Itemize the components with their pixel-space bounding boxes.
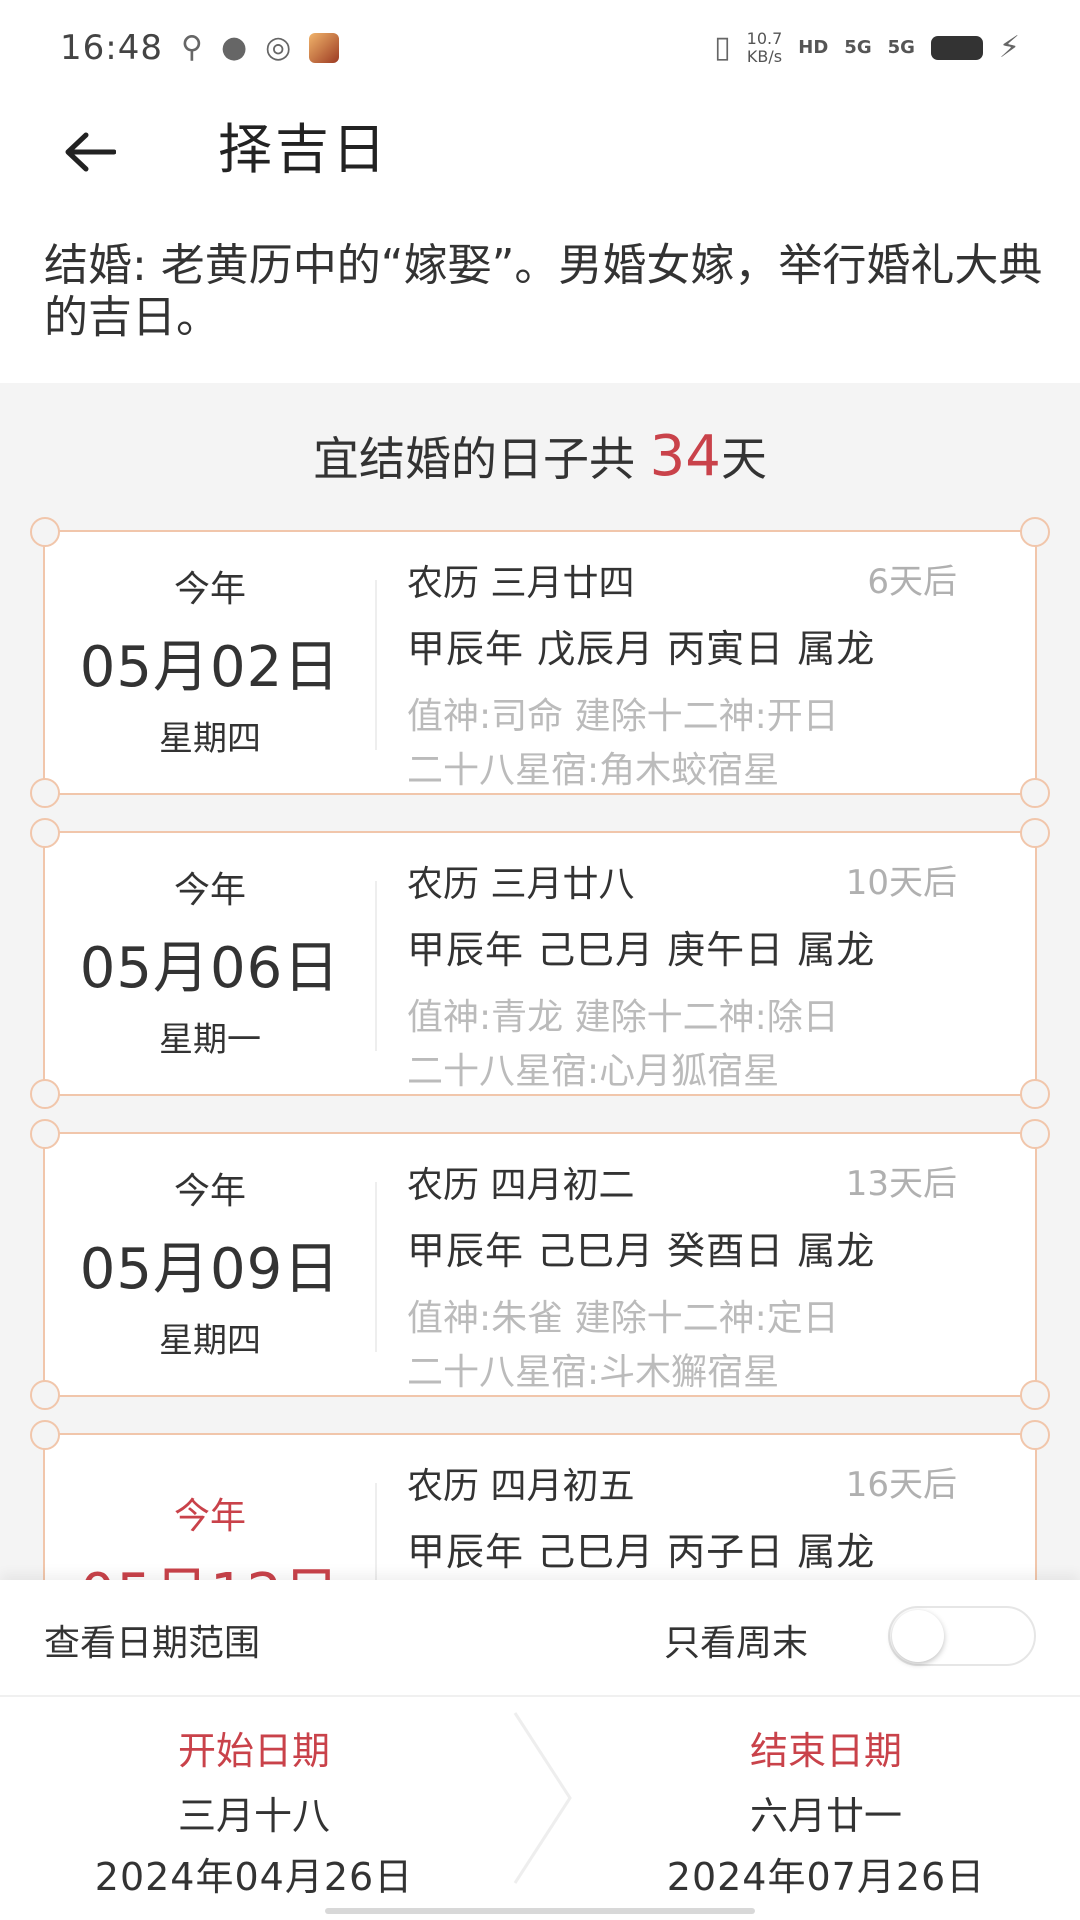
arrow-left-icon — [65, 132, 116, 172]
app-notification-icon — [309, 32, 340, 63]
card-days-after: 10天后 — [845, 863, 957, 903]
card-xingxiu: 二十八星宿:斗木獬宿星 — [407, 1352, 780, 1393]
card-info: 农历 三月廿八 10天后 甲辰年 己巳月 庚午日 属龙 值神:青龙 建除十二神:除… — [407, 855, 1007, 1094]
notification-icon: ◎ — [265, 30, 292, 65]
card-lunar: 农历 四月初五 — [407, 1466, 635, 1507]
start-date-solar: 2024年04月26日 — [94, 1855, 414, 1899]
net-speed-unit: KB/s — [746, 46, 783, 66]
start-date-picker[interactable]: 开始日期 三月十八 2024年04月26日 — [44, 1720, 464, 1901]
card-shen: 值神:青龙 建除十二神:除日 — [407, 997, 839, 1038]
date-card-3[interactable]: 今年 05月09日 星期四 农历 四月初二 13天后 甲辰年 己巳月 癸酉日 属龙… — [30, 1119, 1050, 1410]
description-text: 结婚: 老黄历中的“嫁娶”。男婚女嫁，举行婚礼大典的吉日。 — [44, 240, 1043, 343]
card-lunar: 农历 三月廿八 — [407, 864, 635, 905]
card-weekday: 星期四 — [159, 718, 261, 759]
results-list[interactable]: 宜结婚的日子共 34天 今年 05月02日 星期四 农历 三月廿四 6天后 甲辰年… — [0, 383, 1080, 1583]
net-speed-value: 10.7 — [746, 28, 783, 48]
toggle-knob — [892, 1610, 944, 1662]
card-days-after: 13天后 — [845, 1164, 957, 1204]
usb-icon: ⚲ — [180, 30, 203, 65]
back-button[interactable] — [55, 117, 125, 187]
home-indicator[interactable] — [325, 1908, 755, 1914]
card-date-column: 今年 05月02日 星期四 — [45, 532, 375, 793]
card-xingxiu: 二十八星宿:心月狐宿星 — [407, 1051, 780, 1092]
card-weekday: 星期一 — [159, 1019, 261, 1060]
start-date-lunar: 三月十八 — [177, 1794, 330, 1838]
card-date: 05月09日 — [79, 1236, 341, 1302]
summary-prefix: 宜结婚的日子共 — [313, 432, 650, 486]
end-date-picker[interactable]: 结束日期 六月廿一 2024年07月26日 — [616, 1720, 1036, 1901]
card-weekday: 星期四 — [159, 1320, 261, 1361]
card-date-column: 今年 05月12日 — [45, 1435, 375, 1583]
card-date: 05月12日 — [80, 1549, 341, 1583]
range-row: 查看日期范围 只看周末 — [0, 1580, 1080, 1697]
card-shen: 值神:司命 建除十二神:开日 — [407, 696, 839, 737]
start-date-title: 开始日期 — [177, 1729, 330, 1773]
card-shen: 值神:朱雀 建除十二神:定日 — [407, 1298, 839, 1339]
status-right: ▯ 10.7 KB/s HD 5G 5G ⚡ — [714, 28, 1020, 66]
signal-5g-icon-2: 5G — [887, 37, 915, 58]
summary-text: 宜结婚的日子共 34天 — [0, 423, 1080, 489]
date-card-1[interactable]: 今年 05月02日 星期四 农历 三月廿四 6天后 甲辰年 戊辰月 丙寅日 属龙 … — [30, 517, 1050, 808]
hd-icon: HD — [798, 37, 829, 58]
chevron-right-icon — [513, 1712, 572, 1884]
battery-icon — [930, 35, 983, 60]
card-days-after: 16天后 — [845, 1465, 957, 1505]
card-year-label: 今年 — [173, 568, 246, 610]
charging-icon: ⚡ — [998, 30, 1020, 65]
summary-count: 34 — [649, 424, 721, 489]
summary-suffix: 天 — [720, 432, 767, 486]
message-icon: ● — [220, 30, 248, 65]
card-divider — [375, 1483, 377, 1583]
card-days-after: 6天后 — [867, 562, 957, 602]
card-xingxiu: 二十八星宿:角木蛟宿星 — [407, 750, 780, 791]
date-card-2[interactable]: 今年 05月06日 星期一 农历 三月廿八 10天后 甲辰年 己巳月 庚午日 属龙… — [30, 818, 1050, 1109]
card-ganzhi: 甲辰年 己巳月 丙子日 属龙 — [407, 1530, 876, 1574]
range-label: 查看日期范围 — [44, 1623, 261, 1664]
card-date: 05月02日 — [79, 634, 341, 700]
end-date-lunar: 六月廿一 — [749, 1794, 902, 1838]
header: 择吉日 — [0, 95, 1080, 235]
card-year-label: 今年 — [173, 1170, 246, 1212]
net-speed: 10.7 KB/s — [746, 28, 783, 66]
card-ganzhi: 甲辰年 己巳月 庚午日 属龙 — [407, 928, 876, 972]
end-date-title: 结束日期 — [749, 1729, 902, 1773]
signal-5g-icon: 5G — [844, 37, 872, 58]
vibrate-icon: ▯ — [714, 30, 731, 65]
weekend-only-label: 只看周末 — [664, 1623, 809, 1664]
card-year-label: 今年 — [173, 869, 246, 911]
card-date-column: 今年 05月09日 星期四 — [45, 1134, 375, 1395]
card-lunar: 农历 四月初二 — [407, 1165, 635, 1206]
card-date-column: 今年 05月06日 星期一 — [45, 833, 375, 1094]
page-title: 择吉日 — [218, 118, 389, 181]
status-bar: 16:48 ⚲ ● ◎ ▯ 10.7 KB/s HD 5G 5G ⚡ — [0, 0, 1080, 95]
date-card-4[interactable]: 今年 05月12日 农历 四月初五 16天后 甲辰年 己巳月 丙子日 属龙 — [30, 1420, 1050, 1583]
card-divider — [375, 881, 377, 1051]
card-info: 农历 三月廿四 6天后 甲辰年 戊辰月 丙寅日 属龙 值神:司命 建除十二神:开日… — [407, 554, 1007, 793]
status-left: 16:48 ⚲ ● ◎ — [60, 27, 340, 68]
card-info: 农历 四月初五 16天后 甲辰年 己巳月 丙子日 属龙 — [407, 1457, 1007, 1583]
card-lunar: 农历 三月廿四 — [407, 563, 635, 604]
card-date: 05月06日 — [79, 935, 341, 1001]
status-time: 16:48 — [60, 27, 163, 68]
card-divider — [375, 1182, 377, 1352]
card-info: 农历 四月初二 13天后 甲辰年 己巳月 癸酉日 属龙 值神:朱雀 建除十二神:定… — [407, 1156, 1007, 1395]
card-ganzhi: 甲辰年 己巳月 癸酉日 属龙 — [407, 1229, 876, 1273]
card-divider — [375, 580, 377, 750]
end-date-solar: 2024年07月26日 — [666, 1855, 986, 1899]
card-year-label: 今年 — [173, 1496, 246, 1537]
weekend-only-toggle[interactable] — [888, 1606, 1036, 1666]
card-ganzhi: 甲辰年 戊辰月 丙寅日 属龙 — [407, 627, 876, 671]
date-range-panel: 查看日期范围 只看周末 开始日期 三月十八 2024年04月26日 结束日期 六… — [0, 1580, 1080, 1920]
